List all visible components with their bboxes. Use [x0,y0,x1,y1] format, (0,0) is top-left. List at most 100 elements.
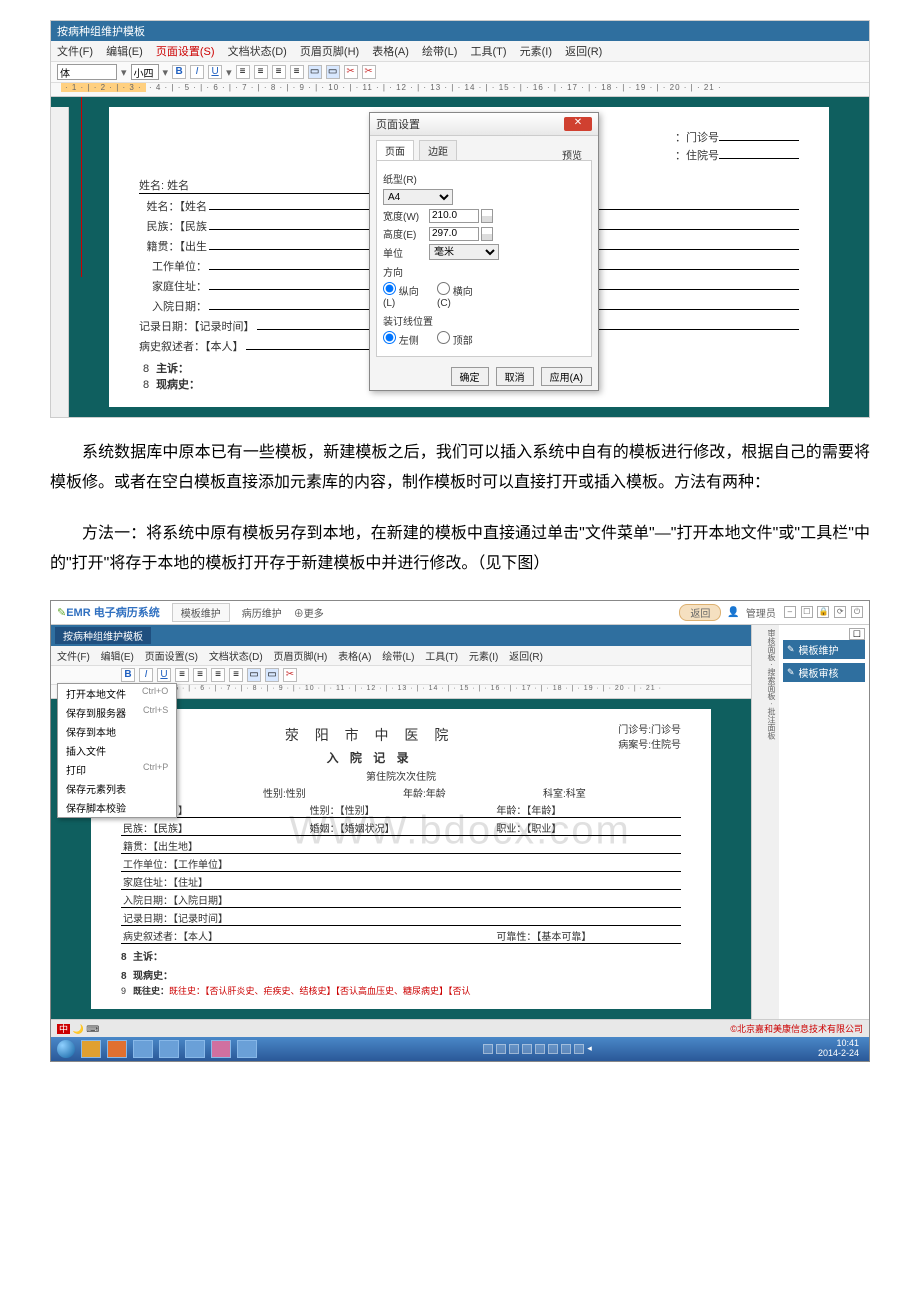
menu2-table[interactable]: 表格(A) [338,652,371,663]
width-spinner[interactable] [481,209,493,223]
tray-icon[interactable] [522,1044,532,1054]
menu2-draw[interactable]: 绘带(L) [382,652,414,663]
file-save-local[interactable]: 保存到本地 [58,722,176,741]
lock-icon[interactable]: 🔒 [817,606,829,618]
align-justify-icon[interactable]: ≡ [290,65,304,79]
taskbar-app-7[interactable] [237,1040,257,1058]
topnav-more[interactable]: ⊕更多 [294,605,324,620]
italic-button-2[interactable]: I [139,668,153,682]
menu-file[interactable]: 文件(F) [57,46,93,58]
menu-page-setup[interactable]: 页面设置(S) [156,46,215,58]
tab-margin[interactable]: 边距 [419,140,457,160]
tray-icon[interactable] [509,1044,519,1054]
bold-button[interactable]: B [172,65,186,79]
underline-button[interactable]: U [208,65,222,79]
ime-kbd-icon[interactable]: ⌨ [86,1024,99,1034]
topnav-template[interactable]: 模板维护 [172,603,230,622]
align-icon-2c[interactable]: ≡ [211,668,225,682]
ime-icon[interactable]: 中 [57,1024,70,1034]
taskbar-clock[interactable]: 10:41 2014-2-24 [818,1039,863,1059]
min-icon[interactable]: – [784,606,796,618]
bind-top[interactable]: 顶部 [437,331,483,347]
cut-icon-2[interactable]: ✂ [283,668,297,682]
ime-extra-icon[interactable]: 🌙 [73,1024,84,1034]
file-insert[interactable]: 插入文件 [58,741,176,760]
menu2-edit[interactable]: 编辑(E) [101,652,134,663]
tab-page[interactable]: 页面 [376,140,414,160]
file-print[interactable]: 打印Ctrl+P [58,760,176,779]
menu2-tools[interactable]: 工具(T) [425,652,458,663]
file-open-local[interactable]: 打开本地文件Ctrl+O [58,684,176,703]
apply-button[interactable]: 应用(A) [541,367,592,386]
menu-headerfooter[interactable]: 页眉页脚(H) [300,46,359,58]
underline-button-2[interactable]: U [157,668,171,682]
close-icon[interactable]: ✕ [564,117,592,131]
doc-tab[interactable]: 按病种组维护模板 [55,627,151,644]
paste-icon[interactable]: ✂ [362,65,376,79]
orient-portrait[interactable]: 纵向(L) [383,282,429,309]
bold-button-2[interactable]: B [121,668,135,682]
cut-icon[interactable]: ✂ [344,65,358,79]
collapse-icon[interactable]: ☐ [849,628,865,640]
power-icon[interactable]: ⏻ [851,606,863,618]
menu-tools[interactable]: 工具(T) [471,46,507,58]
italic-button[interactable]: I [190,65,204,79]
tray-icon[interactable] [483,1044,493,1054]
menu-element[interactable]: 元素(I) [520,46,552,58]
ok-button[interactable]: 确定 [451,367,489,386]
tray-icon[interactable] [548,1044,558,1054]
fontsize-select[interactable] [131,64,159,80]
menu-table[interactable]: 表格(A) [372,46,409,58]
width-input[interactable] [429,209,479,223]
taskbar-app-4[interactable] [159,1040,179,1058]
align-icon-2b[interactable]: ≡ [193,668,207,682]
tray-chevron-icon[interactable]: ◂ [587,1043,592,1054]
menu2-file[interactable]: 文件(F) [57,652,90,663]
orient-landscape[interactable]: 横向(C) [437,282,483,309]
align-icon-2d[interactable]: ≡ [229,668,243,682]
menu2-docstate[interactable]: 文档状态(D) [209,652,263,663]
merge-icon[interactable]: ▭ [308,65,322,79]
align-center-icon[interactable]: ≡ [254,65,268,79]
height-spinner[interactable] [481,227,493,241]
topnav-record[interactable]: 病历维护 [242,605,282,620]
tray-icon[interactable] [574,1044,584,1054]
rbtn-template-review[interactable]: 模板审核 [783,663,865,682]
align-left-icon[interactable]: ≡ [236,65,250,79]
taskbar-app-3[interactable] [133,1040,153,1058]
menu2-element[interactable]: 元素(I) [469,652,498,663]
file-save-script[interactable]: 保存脚本校验 [58,798,176,817]
font-select[interactable] [57,64,117,80]
paper-select[interactable]: A4 [383,189,453,205]
unit-select[interactable]: 毫米 [429,244,499,260]
taskbar-app-2[interactable] [107,1040,127,1058]
height-input[interactable] [429,227,479,241]
tray-icon[interactable] [561,1044,571,1054]
box-icon-2[interactable]: ▭ [247,668,261,682]
taskbar-app-6[interactable] [211,1040,231,1058]
tray-icon[interactable] [496,1044,506,1054]
tray-icon[interactable] [535,1044,545,1054]
cancel-button[interactable]: 取消 [496,367,534,386]
refresh-icon[interactable]: ⟳ [834,606,846,618]
menu2-pagesetup[interactable]: 页面设置(S) [145,652,198,663]
menu2-headerfooter[interactable]: 页眉页脚(H) [273,652,327,663]
menu-return[interactable]: 返回(R) [565,46,602,58]
taskbar-app-5[interactable] [185,1040,205,1058]
align-right-icon[interactable]: ≡ [272,65,286,79]
file-save-elements[interactable]: 保存元素列表 [58,779,176,798]
box-icon-2b[interactable]: ▭ [265,668,279,682]
menu-docstate[interactable]: 文档状态(D) [228,46,287,58]
max-icon[interactable]: ☐ [801,606,813,618]
back-pill[interactable]: 返回 [679,604,721,621]
split-icon[interactable]: ▭ [326,65,340,79]
menu2-return[interactable]: 返回(R) [509,652,543,663]
start-button[interactable] [57,1040,75,1058]
menu-edit[interactable]: 编辑(E) [106,46,143,58]
menu-draw[interactable]: 绘带(L) [422,46,457,58]
taskbar-app-1[interactable] [81,1040,101,1058]
rbtn-template-maint[interactable]: 模板维护 [783,640,865,659]
bind-left[interactable]: 左侧 [383,331,429,347]
align-icon-2[interactable]: ≡ [175,668,189,682]
file-save-server[interactable]: 保存到服务器Ctrl+S [58,703,176,722]
